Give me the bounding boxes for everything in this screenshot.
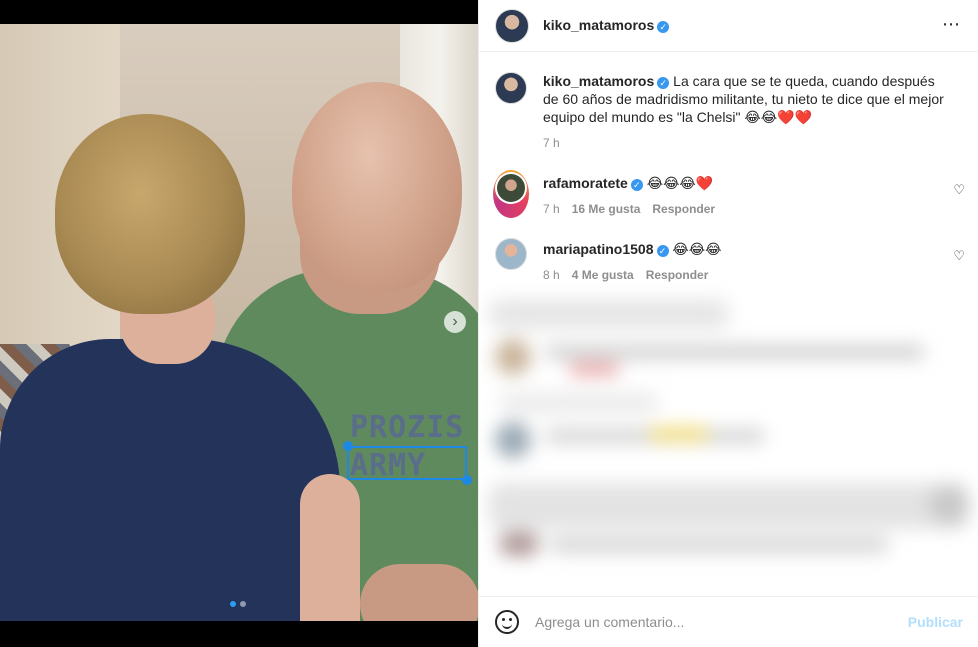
verified-icon: ✓ — [657, 20, 670, 33]
selection-handle — [462, 475, 472, 485]
comments-list[interactable]: kiko_matamoros ✓ La cara que se te queda,… — [479, 52, 978, 596]
boy-head — [55, 114, 245, 314]
caption-body: kiko_matamoros ✓ La cara que se te queda,… — [543, 72, 953, 152]
comment-likes[interactable]: 4 Me gusta — [572, 266, 634, 284]
comment-body: mariapatino1508 ✓ 😂😂😂 8 h 4 Me gusta Resp… — [543, 240, 721, 284]
carousel-dot-active — [230, 601, 236, 607]
shirt-print-line1: PROZIS — [350, 410, 465, 445]
author-avatar[interactable] — [495, 8, 529, 43]
reply-button[interactable]: Responder — [652, 200, 715, 218]
more-options-icon[interactable]: ⋯ — [942, 14, 961, 35]
comment-text-wrap: rafamoratete ✓ 😂😂😂❤️ — [543, 174, 715, 192]
comment-text: 😂😂😂 — [672, 241, 722, 257]
verified-icon: ✓ — [630, 179, 643, 191]
caption-avatar[interactable] — [495, 72, 527, 104]
boy-arm — [300, 474, 360, 621]
reply-button[interactable]: Responder — [646, 266, 709, 284]
comment-input[interactable] — [535, 614, 895, 630]
boy-blue-shirt — [0, 339, 340, 621]
blurred-comments — [479, 287, 978, 596]
caption-text-wrap: kiko_matamoros ✓ La cara que se te queda,… — [543, 72, 953, 126]
verified-icon: ✓ — [656, 245, 669, 257]
comment-meta: 8 h 4 Me gusta Responder — [543, 266, 721, 284]
like-comment-heart-icon[interactable]: ♡ — [953, 248, 965, 264]
like-comment-heart-icon[interactable]: ♡ — [953, 182, 965, 198]
comment-time[interactable]: 8 h — [543, 266, 560, 284]
carousel-next-button[interactable]: › — [444, 311, 466, 333]
comment-text: 😂😂😂❤️ — [646, 175, 714, 191]
comment-meta: 7 h 16 Me gusta Responder — [543, 200, 715, 218]
comment: rafamoratete ✓ 😂😂😂❤️ 7 h 16 Me gusta Resp… — [493, 170, 715, 218]
comment-username[interactable]: rafamoratete — [543, 175, 628, 191]
comment-composer: Publicar — [479, 596, 978, 647]
emoji-picker-icon[interactable] — [495, 610, 519, 634]
caption-username[interactable]: kiko_matamoros — [543, 73, 654, 89]
selection-handle — [343, 441, 353, 451]
comment-avatar[interactable] — [495, 238, 527, 270]
comment-avatar — [497, 174, 525, 202]
selection-box — [347, 446, 467, 480]
post-photo: PROZIS ARMY — [0, 24, 478, 621]
comment-body: rafamoratete ✓ 😂😂😂❤️ 7 h 16 Me gusta Resp… — [543, 174, 715, 218]
caption-meta: 7 h — [543, 134, 953, 152]
man-hand — [360, 564, 478, 621]
chevron-right-icon: › — [452, 313, 458, 330]
author-name-wrap: kiko_matamoros ✓ — [543, 17, 670, 35]
carousel-dot — [240, 601, 246, 607]
comment-time[interactable]: 7 h — [543, 200, 560, 218]
comment-username[interactable]: mariapatino1508 — [543, 241, 654, 257]
publish-button[interactable]: Publicar — [908, 614, 963, 630]
carousel-indicator — [230, 601, 246, 607]
comment-text-wrap: mariapatino1508 ✓ 😂😂😂 — [543, 240, 721, 258]
caption: kiko_matamoros ✓ La cara que se te queda,… — [495, 72, 953, 152]
post-media: PROZIS ARMY › — [0, 0, 478, 647]
post-sidebar: kiko_matamoros ✓ ⋯ kiko_matamoros ✓ La car… — [478, 0, 978, 647]
man-head — [292, 82, 462, 292]
comment: mariapatino1508 ✓ 😂😂😂 8 h 4 Me gusta Resp… — [495, 238, 721, 284]
caption-time[interactable]: 7 h — [543, 134, 560, 152]
comment-likes[interactable]: 16 Me gusta — [572, 200, 641, 218]
author-username[interactable]: kiko_matamoros — [543, 17, 654, 33]
story-ring[interactable] — [493, 170, 529, 218]
post-header: kiko_matamoros ✓ ⋯ — [479, 0, 978, 52]
instagram-post-modal: PROZIS ARMY › kiko_matamoros ✓ ⋯ kiko_ma… — [0, 0, 978, 647]
verified-icon: ✓ — [657, 77, 670, 89]
